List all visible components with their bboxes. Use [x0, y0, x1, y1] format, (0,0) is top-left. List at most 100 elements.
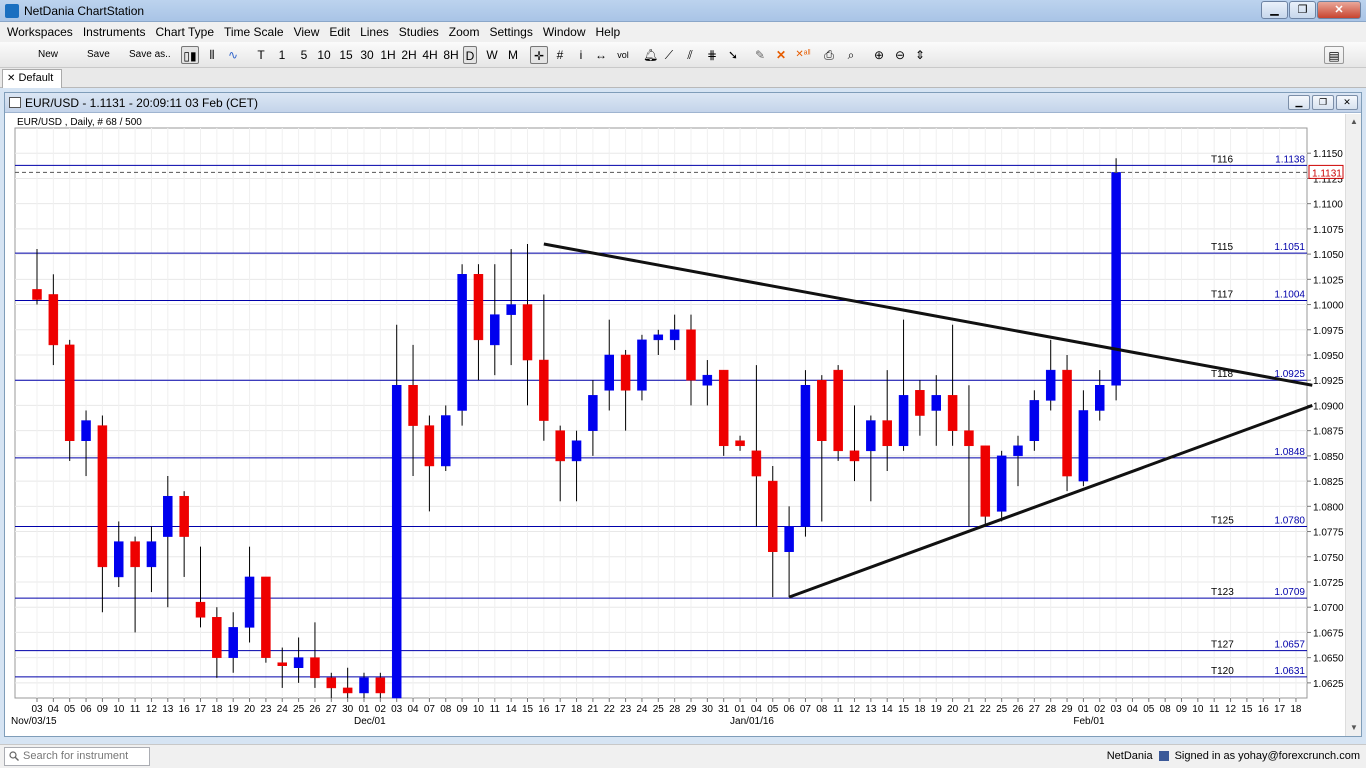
scroll-arrows-icon[interactable]: ↔	[593, 46, 609, 64]
y-tick-label: 1.1025	[1313, 275, 1344, 286]
close-tab-icon[interactable]: ✕	[7, 73, 15, 84]
horizontal-line-name: T123	[1211, 587, 1234, 598]
x-tick-label: 14	[506, 704, 518, 715]
timeframe-4h[interactable]: 4H	[421, 46, 439, 64]
status-bar: Search for instrument NetDania Signed in…	[0, 744, 1366, 768]
menu-view[interactable]: View	[289, 22, 325, 42]
alert-bell-icon[interactable]: 🔔︎	[643, 46, 658, 64]
x-tick-label: 16	[1258, 704, 1270, 715]
candle-body	[1013, 445, 1023, 457]
horizontal-line-value: 1.0709	[1274, 587, 1305, 598]
volume-icon[interactable]: vol	[614, 46, 632, 64]
grid-icon[interactable]: #	[553, 46, 567, 64]
panel-toggle-icon[interactable]: ▤	[1324, 46, 1344, 64]
candlestick-chart-icon[interactable]: ▯▮	[181, 46, 199, 64]
fibonacci-icon[interactable]: ⋕	[704, 46, 720, 64]
menu-time-scale[interactable]: Time Scale	[219, 22, 289, 42]
horizontal-line-value: 1.0631	[1274, 666, 1305, 677]
y-tick-label: 1.1100	[1313, 200, 1343, 211]
chart-close-button[interactable]: ✕	[1336, 95, 1358, 110]
delete-all-icon[interactable]: ✕ᵃˡˡ	[794, 46, 812, 64]
scroll-up-icon[interactable]: ▲	[1347, 115, 1361, 129]
scroll-down-icon[interactable]: ▼	[1347, 721, 1361, 735]
tab-default[interactable]: ✕ Default	[2, 69, 62, 88]
arrow-tool-icon[interactable]: ➘	[726, 46, 740, 64]
candle-body	[980, 445, 991, 517]
trend-line-icon[interactable]: ⟋	[662, 46, 676, 64]
instrument-search-input[interactable]: Search for instrument	[4, 747, 150, 766]
candle-body	[391, 385, 402, 699]
menu-help[interactable]: Help	[591, 22, 626, 42]
timeframe-30[interactable]: 30	[358, 46, 376, 64]
zoom-out-icon[interactable]: ⊖	[892, 46, 908, 64]
candle-body	[375, 677, 386, 694]
timeframe-5[interactable]: 5	[297, 46, 311, 64]
pencil-icon[interactable]: ✎	[752, 46, 768, 64]
print-preview-icon[interactable]: ⌕	[843, 46, 859, 64]
menu-workspaces[interactable]: Workspaces	[2, 22, 78, 42]
minimize-button[interactable]: ▁	[1261, 1, 1288, 19]
info-icon[interactable]: i	[576, 46, 586, 64]
menu-window[interactable]: Window	[538, 22, 591, 42]
x-tick-label: 17	[1274, 704, 1286, 715]
candle-body	[1029, 400, 1040, 441]
x-tick-label: 11	[1209, 704, 1220, 715]
delete-icon[interactable]: ✕	[774, 46, 788, 64]
timeframe-10[interactable]: 10	[315, 46, 333, 64]
close-button[interactable]: ✕	[1317, 1, 1361, 19]
menu-chart-type[interactable]: Chart Type	[151, 22, 219, 42]
y-tick-label: 1.0725	[1313, 578, 1344, 589]
x-tick-label: 27	[1029, 704, 1041, 715]
x-month-label: Jan/01/16	[730, 716, 774, 727]
zoom-fit-icon[interactable]: ⇕	[912, 46, 928, 64]
x-tick-label: 24	[636, 704, 648, 715]
x-tick-label: 28	[669, 704, 681, 715]
crosshair-icon[interactable]: ✛	[530, 46, 548, 64]
last-price-label: 1.1131	[1312, 168, 1342, 179]
x-tick-label: 04	[1127, 704, 1139, 715]
y-tick-label: 1.0900	[1313, 401, 1344, 412]
channel-line-icon[interactable]: ⫽	[683, 46, 697, 64]
chart-minimize-button[interactable]: ▁	[1288, 95, 1310, 110]
timeframe-2h[interactable]: 2H	[400, 46, 418, 64]
save-button[interactable]: Save	[87, 49, 110, 60]
new-button[interactable]: New	[38, 49, 58, 60]
chart-restore-button[interactable]: ❐	[1312, 95, 1334, 110]
menu-edit[interactable]: Edit	[324, 22, 355, 42]
y-tick-label: 1.0650	[1313, 654, 1344, 665]
candle-body	[1095, 385, 1105, 411]
timeframe-1h[interactable]: 1H	[379, 46, 397, 64]
timeframe-t[interactable]: T	[254, 46, 268, 64]
zoom-in-icon[interactable]: ⊕	[871, 46, 887, 64]
menu-zoom[interactable]: Zoom	[444, 22, 485, 42]
print-icon[interactable]: ⎙	[821, 46, 837, 64]
price-chart[interactable]: EUR/USD , Daily, # 68 / 500 1.0625 1.0650 1…	[5, 114, 1345, 736]
candle-body	[244, 576, 255, 628]
menu-settings[interactable]: Settings	[484, 22, 537, 42]
save-as-button[interactable]: Save as..	[129, 49, 171, 60]
menu-instruments[interactable]: Instruments	[78, 22, 151, 42]
timeframe-w[interactable]: W	[485, 46, 499, 64]
candle-body	[473, 274, 484, 341]
bar-chart-icon[interactable]: ⫴	[204, 46, 220, 64]
horizontal-line-name: T127	[1211, 640, 1234, 651]
candle-body	[293, 657, 304, 668]
menu-studies[interactable]: Studies	[394, 22, 444, 42]
y-tick-label: 1.1050	[1313, 250, 1344, 261]
x-tick-label: 26	[309, 704, 321, 715]
maximize-button[interactable]: ❐	[1289, 1, 1316, 19]
line-chart-icon[interactable]: ∿	[224, 46, 242, 64]
candle-body	[784, 526, 794, 552]
candle-body	[277, 662, 287, 666]
timeframe-8h[interactable]: 8H	[442, 46, 460, 64]
vertical-scrollbar[interactable]: ▲ ▼	[1345, 114, 1361, 736]
menu-lines[interactable]: Lines	[355, 22, 394, 42]
x-tick-label: 13	[162, 704, 174, 715]
timeframe-d[interactable]: D	[463, 46, 477, 64]
y-tick-label: 1.0950	[1313, 351, 1344, 362]
timeframe-15[interactable]: 15	[337, 46, 355, 64]
timeframe-m[interactable]: M	[506, 46, 520, 64]
chart-area[interactable]: EUR/USD , Daily, # 68 / 500 1.0625 1.0650 1…	[5, 114, 1345, 736]
x-tick-label: 20	[244, 704, 256, 715]
timeframe-1[interactable]: 1	[275, 46, 289, 64]
